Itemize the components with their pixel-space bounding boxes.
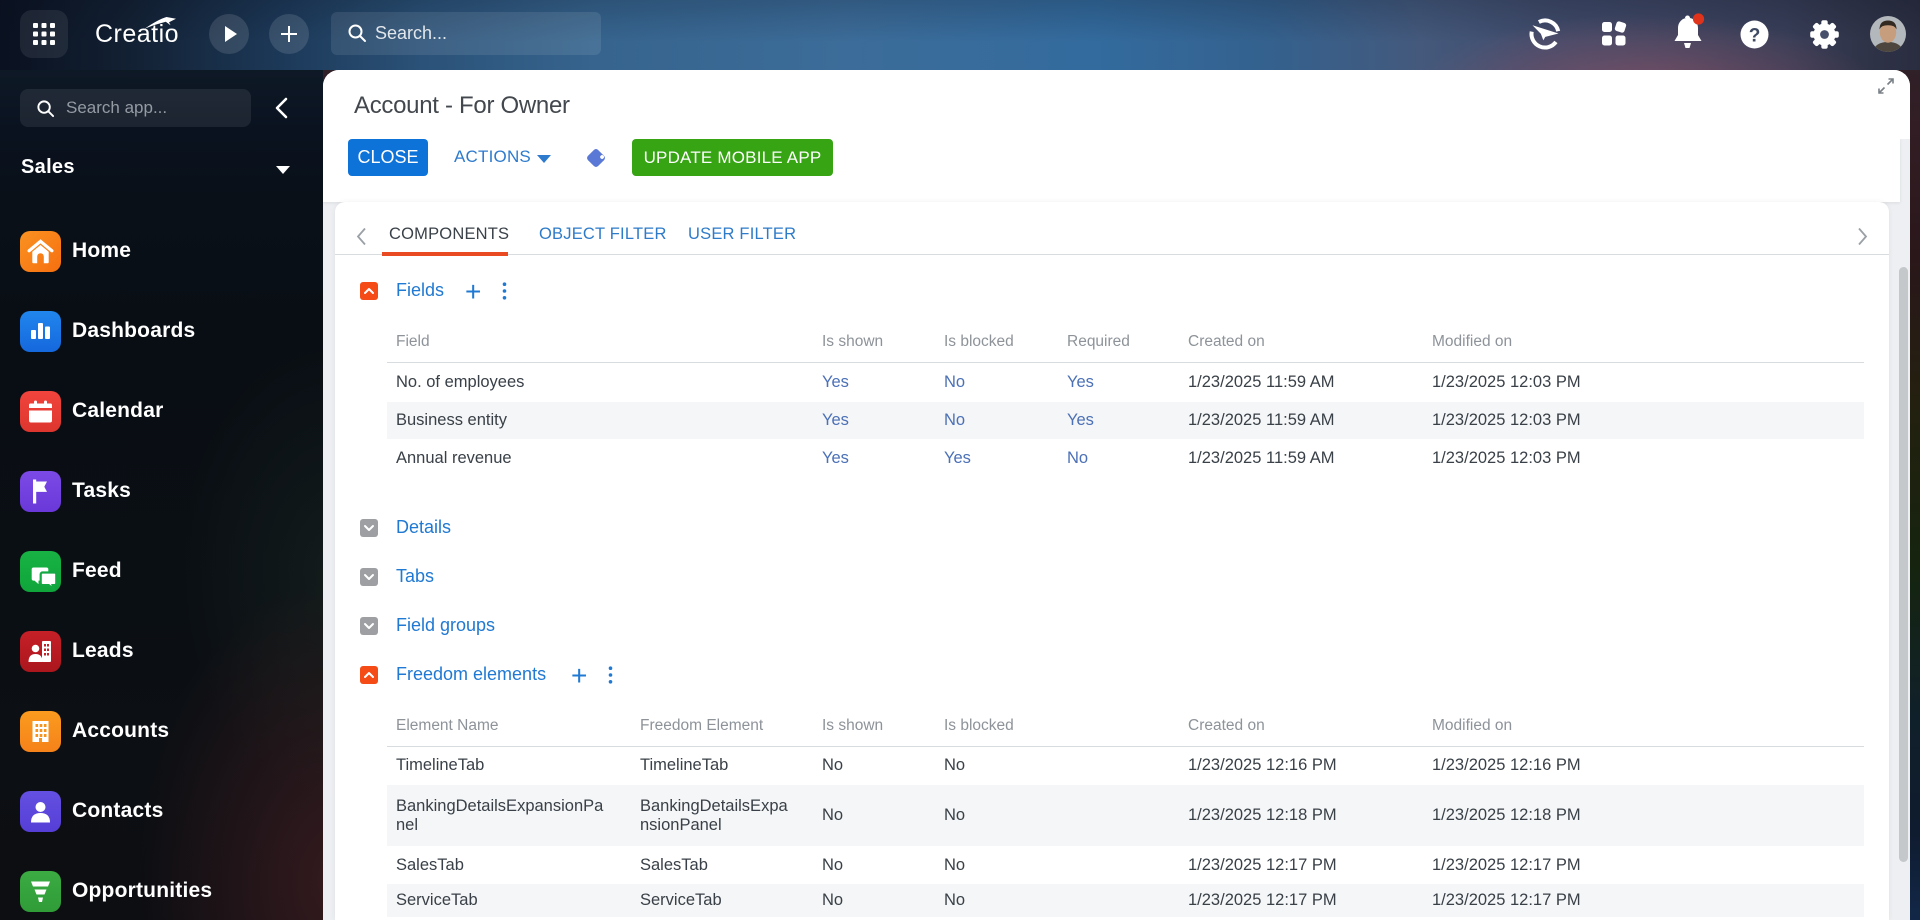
svg-text:?: ? — [1749, 26, 1761, 47]
